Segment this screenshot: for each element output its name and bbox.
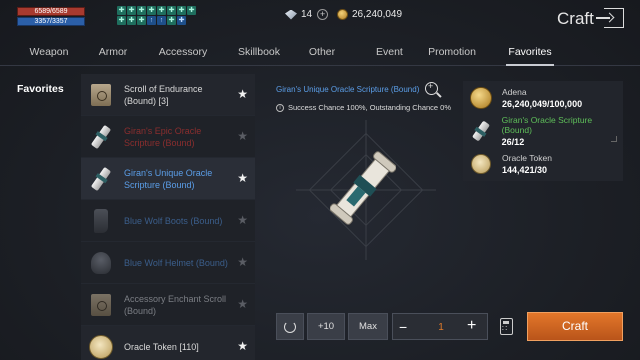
buff-icons: ✚ ✚ ✚ ✚ ✚ ✚ ✚ ✚ ✚ ✚ ✚ ↑ ↑ ✚ ✚ bbox=[117, 6, 197, 25]
page-title: Craft bbox=[557, 9, 594, 28]
star-icon[interactable]: ★ bbox=[237, 214, 248, 226]
buff-icon: ↑ bbox=[157, 16, 166, 25]
calculator-icon[interactable] bbox=[500, 318, 513, 335]
plus-ten-button[interactable]: +10 bbox=[307, 313, 345, 340]
material-oracle-scripture[interactable]: Giran's Oracle Scripture (Bound) 26/12 bbox=[463, 114, 623, 148]
list-item[interactable]: Accessory Enchant Scroll (Bound) ★ bbox=[81, 284, 255, 326]
category-tabs: Weapon Armor Accessory Skillbook Other E… bbox=[0, 38, 640, 66]
craft-button[interactable]: Craft bbox=[527, 312, 623, 341]
star-icon[interactable]: ★ bbox=[237, 256, 248, 268]
buff-icon: ✚ bbox=[157, 6, 166, 15]
buff-icon: ✚ bbox=[167, 6, 176, 15]
buff-icon: ✚ bbox=[147, 6, 156, 15]
material-adena[interactable]: Adena 26,240,049/100,000 bbox=[463, 81, 623, 115]
mp-bar: 3357/3357 bbox=[17, 17, 85, 26]
oracle-scripture-icon bbox=[87, 165, 115, 193]
add-gems-icon[interactable]: + bbox=[317, 9, 329, 20]
recipe-list: Scroll of Endurance (Bound) [3] ★ Giran'… bbox=[81, 74, 255, 360]
tab-weapon[interactable]: Weapon bbox=[0, 38, 98, 66]
buff-icon: ✚ bbox=[167, 16, 176, 25]
buff-icon: ✚ bbox=[117, 6, 126, 15]
material-oracle-token[interactable]: Oracle Token 144,421/30 bbox=[463, 147, 623, 181]
material-name: Giran's Oracle Scripture (Bound) bbox=[501, 115, 593, 135]
item-name: Giran's Epic Oracle Scripture (Bound) bbox=[124, 125, 202, 148]
max-button[interactable]: Max bbox=[348, 313, 388, 340]
scroll-icon bbox=[87, 291, 115, 319]
material-name: Oracle Token bbox=[502, 153, 552, 163]
star-icon[interactable]: ★ bbox=[237, 340, 248, 352]
buff-icon: ✚ bbox=[117, 16, 126, 25]
zoom-in-icon[interactable] bbox=[425, 81, 438, 95]
item-name: Oracle Token [110] bbox=[124, 341, 199, 352]
reset-button[interactable] bbox=[276, 313, 304, 340]
craft-screen: 6589/6589 3357/3357 ✚ ✚ ✚ ✚ ✚ ✚ ✚ ✚ ✚ ✚ … bbox=[0, 0, 640, 360]
buff-icon: ✚ bbox=[127, 16, 136, 25]
quantity-input[interactable]: 1 bbox=[429, 322, 453, 333]
list-item[interactable]: Blue Wolf Boots (Bound) ★ bbox=[81, 200, 255, 242]
scroll-icon bbox=[87, 81, 115, 109]
list-item[interactable]: Giran's Epic Oracle Scripture (Bound) ★ bbox=[81, 116, 255, 158]
refresh-icon bbox=[284, 320, 296, 333]
item-name: Blue Wolf Helmet (Bound) bbox=[124, 257, 228, 268]
oracle-scripture-icon bbox=[469, 119, 493, 143]
buff-icon: ✚ bbox=[127, 6, 136, 15]
material-amount: 26/12 bbox=[501, 137, 525, 147]
oracle-scripture-icon bbox=[330, 151, 396, 225]
adena-count: 26,240,049 bbox=[352, 9, 403, 20]
adena-currency: 26,240,049 bbox=[337, 9, 402, 20]
tab-armor[interactable]: Armor bbox=[98, 38, 128, 66]
gem-icon bbox=[285, 9, 297, 20]
tab-other[interactable]: Other bbox=[268, 38, 376, 66]
coin-icon bbox=[337, 9, 348, 20]
star-icon[interactable]: ★ bbox=[237, 298, 248, 310]
oracle-token-icon bbox=[469, 152, 493, 176]
detail-title: Giran's Unique Oracle Scripture (Bound) bbox=[276, 85, 420, 94]
item-name: Scroll of Endurance (Bound) [3] bbox=[124, 83, 203, 106]
tab-accessory[interactable]: Accessory bbox=[128, 38, 238, 66]
quantity-stepper: − 1 + bbox=[392, 313, 488, 340]
buff-icon: ✚ bbox=[137, 16, 146, 25]
hp-bar: 6589/6589 bbox=[17, 7, 85, 16]
star-icon[interactable]: ★ bbox=[237, 172, 248, 184]
success-chance: i Success Chance 100%, Outstanding Chanc… bbox=[276, 103, 451, 112]
buff-icon: ✚ bbox=[177, 6, 186, 15]
helmet-icon bbox=[87, 249, 115, 277]
tab-skillbook[interactable]: Skillbook bbox=[238, 38, 280, 66]
coin-icon bbox=[469, 86, 493, 110]
material-amount: 144,421/30 bbox=[502, 165, 548, 175]
star-icon[interactable]: ★ bbox=[237, 88, 248, 100]
top-status-bar: 6589/6589 3357/3357 ✚ ✚ ✚ ✚ ✚ ✚ ✚ ✚ ✚ ✚ … bbox=[0, 0, 640, 38]
star-icon[interactable]: ★ bbox=[237, 130, 248, 142]
exit-icon[interactable] bbox=[596, 8, 624, 28]
expand-icon bbox=[611, 136, 617, 142]
item-name: Giran's Unique Oracle Scripture (Bound) bbox=[124, 167, 213, 190]
success-chance-text: Success Chance 100%, Outstanding Chance … bbox=[288, 103, 452, 112]
item-name: Accessory Enchant Scroll (Bound) bbox=[124, 293, 227, 316]
tab-event[interactable]: Event bbox=[376, 38, 403, 66]
buff-icon: ✚ bbox=[137, 6, 146, 15]
material-amount: 26,240,049/100,000 bbox=[502, 99, 583, 109]
list-item[interactable]: Giran's Unique Oracle Scripture (Bound) … bbox=[81, 158, 255, 200]
increment-button[interactable]: + bbox=[467, 318, 476, 334]
decrement-button[interactable]: − bbox=[399, 320, 407, 334]
item-name: Blue Wolf Boots (Bound) bbox=[124, 215, 223, 226]
buff-icon: ↑ bbox=[147, 16, 156, 25]
buff-icon: ✚ bbox=[177, 16, 186, 25]
gem-currency: 14 + bbox=[285, 9, 329, 20]
boots-icon bbox=[87, 207, 115, 235]
tab-favorites[interactable]: Favorites bbox=[506, 38, 554, 66]
oracle-token-icon bbox=[87, 333, 115, 360]
buff-icon: ✚ bbox=[187, 6, 196, 15]
list-item[interactable]: Blue Wolf Helmet (Bound) ★ bbox=[81, 242, 255, 284]
sidenav-favorites[interactable]: Favorites bbox=[17, 83, 64, 95]
oracle-scripture-icon bbox=[87, 123, 115, 151]
list-item[interactable]: Oracle Token [110] ★ bbox=[81, 326, 255, 360]
info-icon: i bbox=[276, 103, 284, 112]
tab-promotion[interactable]: Promotion bbox=[398, 38, 506, 66]
material-name: Adena bbox=[502, 87, 527, 97]
list-item[interactable]: Scroll of Endurance (Bound) [3] ★ bbox=[81, 74, 255, 116]
gem-count: 14 bbox=[301, 9, 313, 20]
